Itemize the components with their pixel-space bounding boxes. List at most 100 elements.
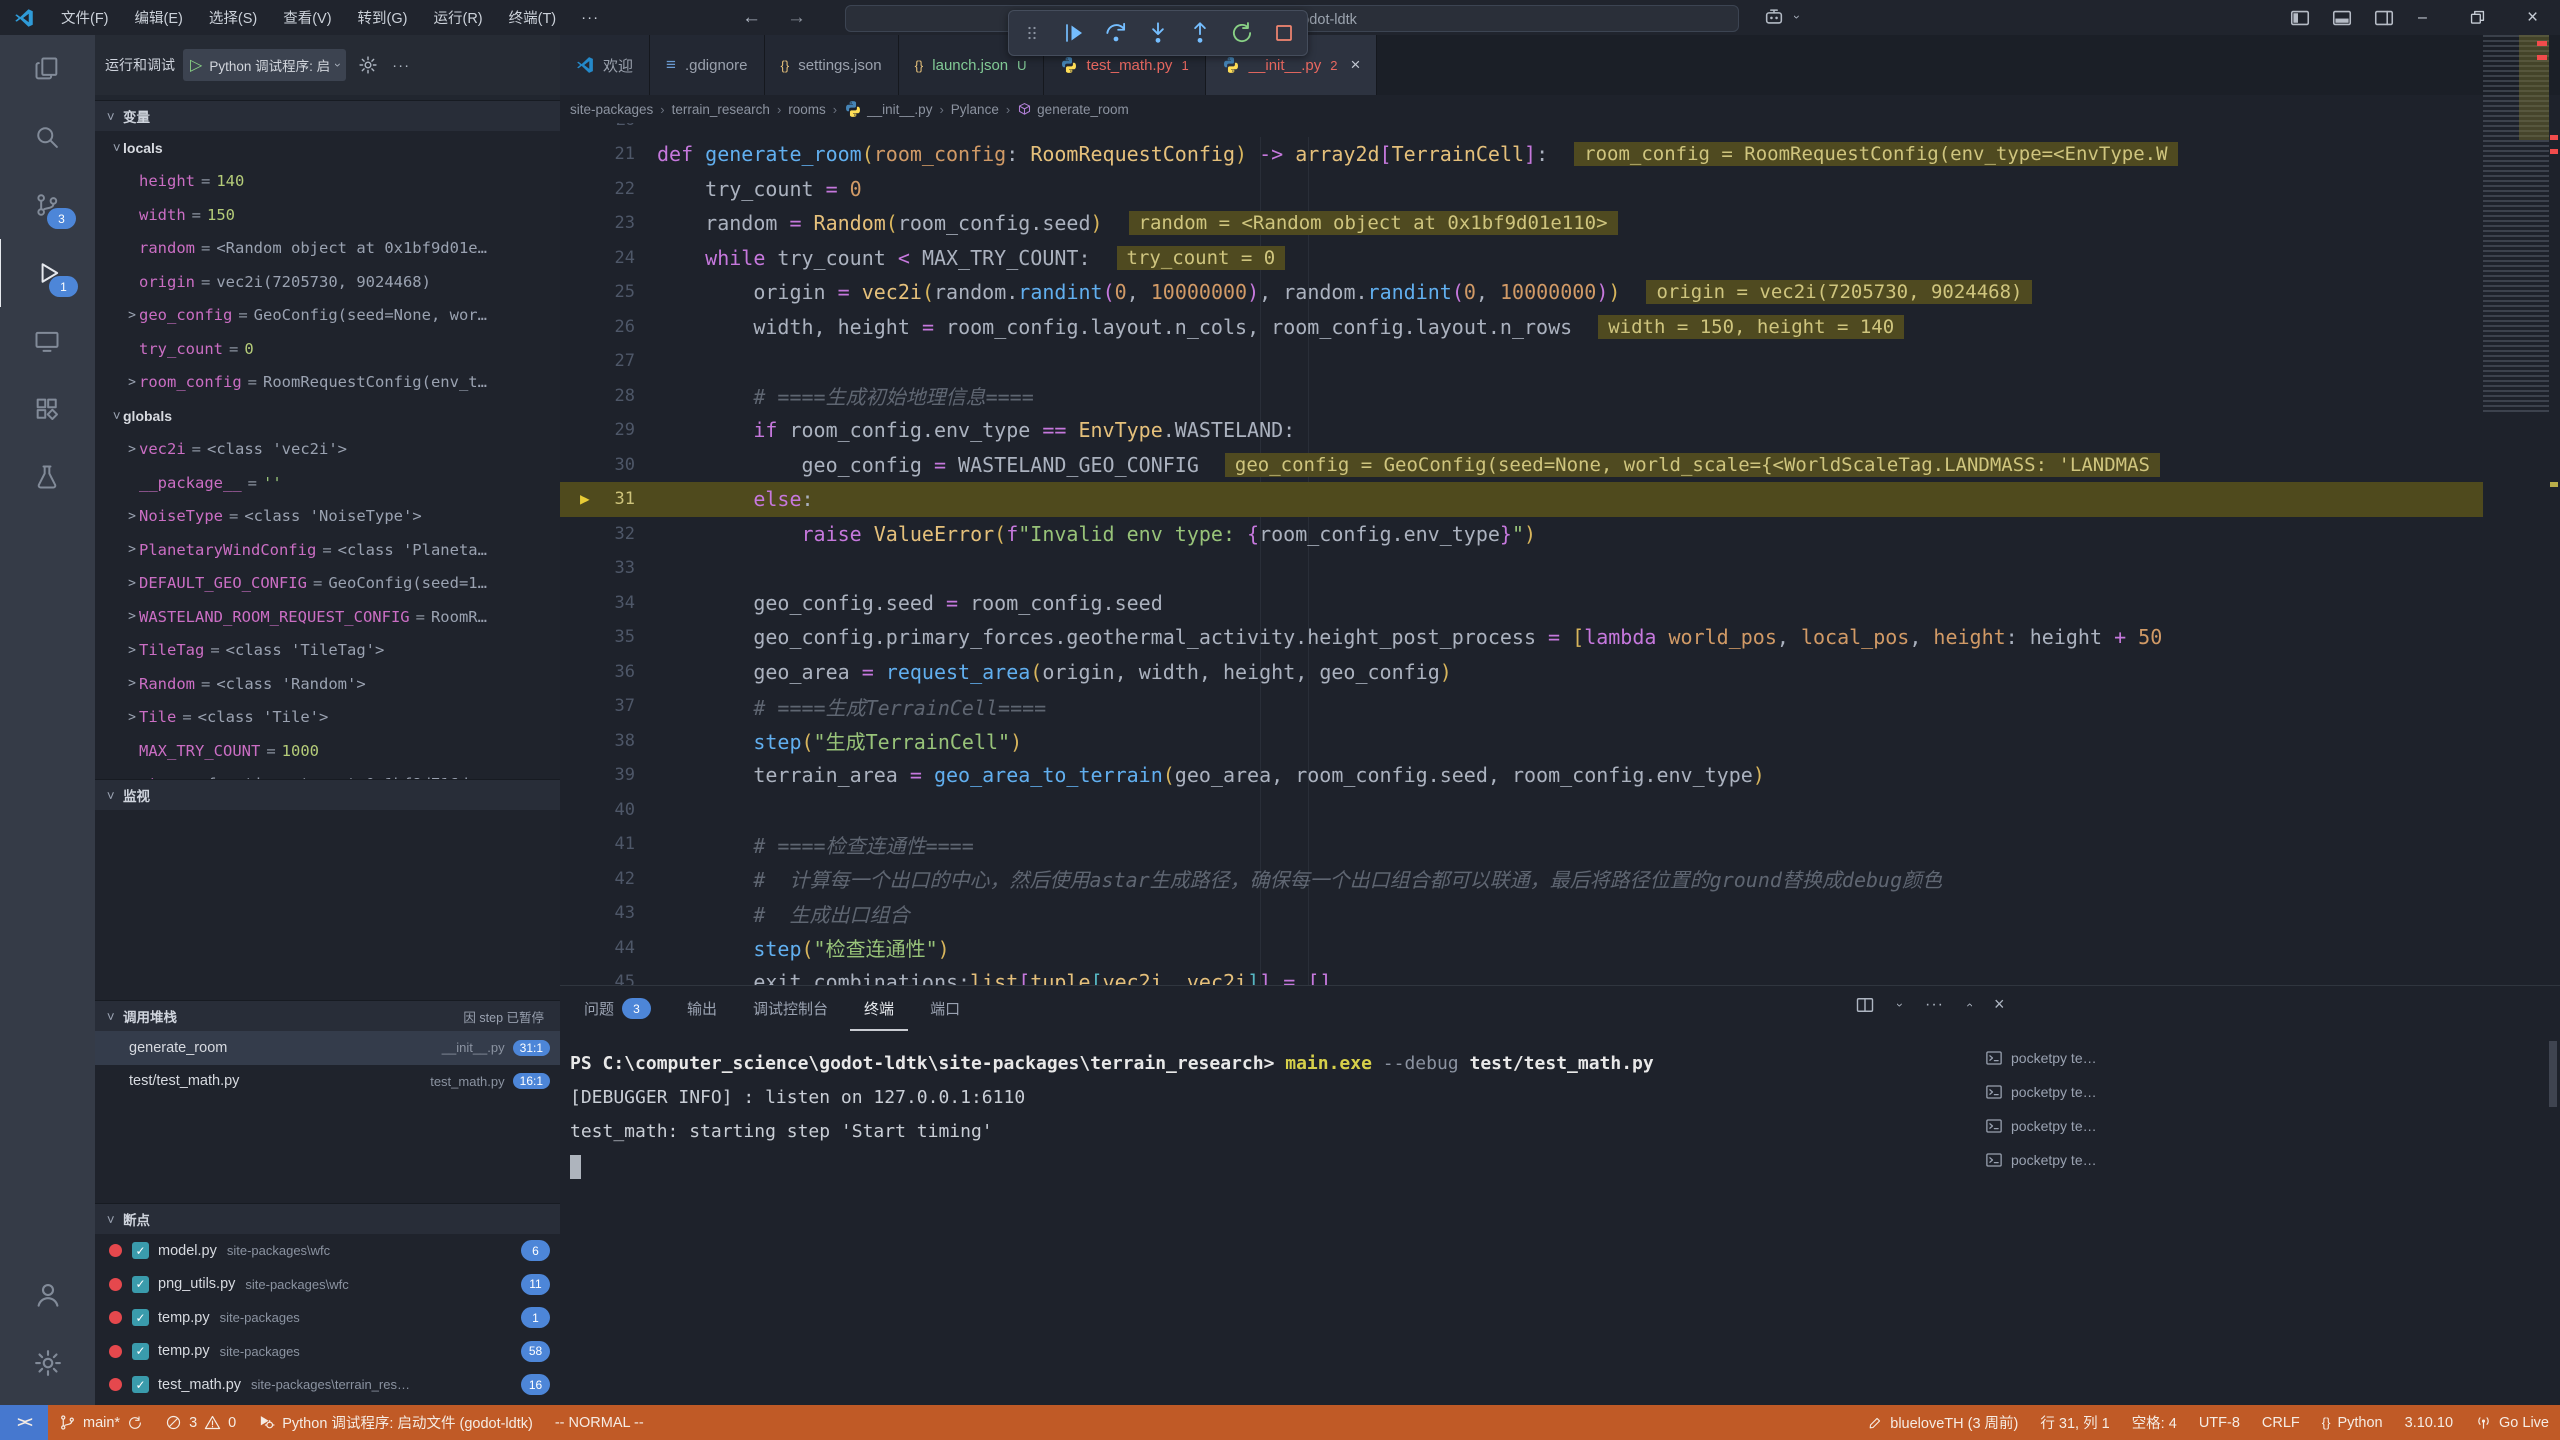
- breadcrumb-item[interactable]: __init__.py: [844, 100, 932, 118]
- section-header-variables[interactable]: > 变量: [95, 100, 560, 131]
- breakpoint-checkbox[interactable]: ✓: [132, 1376, 149, 1393]
- statusbar-language-mode[interactable]: {}Python: [2311, 1405, 2394, 1440]
- continue-button[interactable]: [1061, 18, 1087, 48]
- breakpoint-row[interactable]: ✓temp.pysite-packages1: [95, 1301, 560, 1335]
- statusbar-encoding[interactable]: UTF-8: [2188, 1405, 2251, 1440]
- breakpoint-row[interactable]: ✓temp.pysite-packages58: [95, 1335, 560, 1369]
- restore-button[interactable]: [2450, 0, 2505, 35]
- terminal-list-item[interactable]: pocketpy te…: [1985, 1143, 2546, 1177]
- breakpoint-checkbox[interactable]: ✓: [132, 1276, 149, 1293]
- breakpoint-checkbox[interactable]: ✓: [132, 1242, 149, 1259]
- toggle-secondary-sidebar-button[interactable]: [2373, 7, 2395, 29]
- variable-row[interactable]: >locals: [95, 131, 560, 165]
- activitybar-remote-explorer[interactable]: [0, 307, 94, 375]
- restart-button[interactable]: [1229, 18, 1255, 48]
- variable-row[interactable]: >Tile=<class 'Tile'>: [95, 701, 560, 735]
- code-line-22[interactable]: 22 try_count = 0: [560, 172, 2483, 207]
- callstack-frame[interactable]: test/test_math.pytest_math.py16:1: [95, 1065, 560, 1099]
- panel-tab-终端[interactable]: 终端: [850, 986, 908, 1031]
- variable-row[interactable]: height=140: [95, 165, 560, 199]
- variable-row[interactable]: width=150: [95, 198, 560, 232]
- panel-tab-端口[interactable]: 端口: [916, 986, 974, 1031]
- statusbar-debug-session[interactable]: Python 调试程序: 启动文件 (godot-ldtk): [247, 1405, 544, 1440]
- menu-item-终端[interactable]: 终端(T): [496, 0, 570, 35]
- code-line-21[interactable]: 21def generate_room(room_config: RoomReq…: [560, 137, 2483, 172]
- variable-row[interactable]: >WASTELAND_ROOM_REQUEST_CONFIG=RoomR…: [95, 600, 560, 634]
- toggle-primary-sidebar-button[interactable]: [2289, 7, 2311, 29]
- code-line-36[interactable]: 36 geo_area = request_area(origin, width…: [560, 655, 2483, 690]
- gear-icon[interactable]: [358, 55, 378, 75]
- statusbar-python-version[interactable]: 3.10.10: [2394, 1405, 2464, 1440]
- debug-config-dropdown[interactable]: Python 调试程序: 启: [209, 55, 330, 75]
- panel-tab-调试控制台[interactable]: 调试控制台: [739, 986, 842, 1031]
- statusbar-eol[interactable]: CRLF: [2251, 1405, 2311, 1440]
- activitybar-extensions[interactable]: [0, 375, 94, 443]
- breakpoint-row[interactable]: ✓model.pysite-packages\wfc6: [95, 1234, 560, 1268]
- tab-欢迎[interactable]: 欢迎: [560, 35, 650, 95]
- forward-icon[interactable]: →: [787, 7, 806, 29]
- minimap[interactable]: [2483, 35, 2549, 415]
- code-line-39[interactable]: 39 terrain_area = geo_area_to_terrain(ge…: [560, 758, 2483, 793]
- terminal-output[interactable]: PS C:\computer_science\godot-ldtk\site-p…: [570, 1046, 1970, 1182]
- copilot-button[interactable]: ›: [1763, 6, 1805, 28]
- step-out-button[interactable]: [1187, 18, 1213, 48]
- statusbar-vim-mode[interactable]: -- NORMAL --: [544, 1405, 655, 1440]
- statusbar-git-branch[interactable]: main*: [48, 1405, 154, 1440]
- activitybar-search[interactable]: [0, 103, 94, 171]
- code-line-43[interactable]: 43 # 生成出口组合: [560, 896, 2483, 931]
- tab-settings.json[interactable]: {}settings.json: [765, 35, 899, 95]
- panel-tab-输出[interactable]: 输出: [673, 986, 731, 1031]
- code-line-37[interactable]: 37 # ====生成TerrainCell====: [560, 689, 2483, 724]
- variable-row[interactable]: >Random=<class 'Random'>: [95, 667, 560, 701]
- statusbar-problems[interactable]: 30: [154, 1405, 247, 1440]
- panel-scrollbar[interactable]: [2549, 1041, 2557, 1107]
- variable-row[interactable]: random=<Random object at 0x1bf9d01e…: [95, 232, 560, 266]
- code-line-41[interactable]: 41 # ====检查连通性====: [560, 827, 2483, 862]
- section-header-breakpoints[interactable]: > 断点: [95, 1203, 560, 1234]
- back-icon[interactable]: ←: [742, 7, 761, 29]
- breadcrumb[interactable]: site-packages›terrain_research›rooms›__i…: [560, 95, 2560, 123]
- menu-item-转到[interactable]: 转到(G): [345, 0, 421, 35]
- variable-row[interactable]: step=<function step at 0x1bf8d716d…: [95, 768, 560, 780]
- menu-item-选择[interactable]: 选择(S): [196, 0, 270, 35]
- variable-row[interactable]: >geo_config=GeoConfig(seed=None, wor…: [95, 299, 560, 333]
- activitybar-run-and-debug[interactable]: 1: [0, 239, 96, 307]
- breadcrumb-item[interactable]: site-packages: [570, 102, 653, 117]
- start-debug-icon[interactable]: ▷: [183, 55, 209, 75]
- variable-row[interactable]: >vec2i=<class 'vec2i'>: [95, 433, 560, 467]
- statusbar-go-live[interactable]: Go Live: [2464, 1405, 2560, 1440]
- menu-item-编辑[interactable]: 编辑(E): [122, 0, 196, 35]
- section-header-callstack[interactable]: > 调用堆栈 因 step 已暂停: [95, 1000, 560, 1031]
- variable-row[interactable]: >PlanetaryWindConfig=<class 'Planeta…: [95, 533, 560, 567]
- variable-row[interactable]: >globals: [95, 399, 560, 433]
- breakpoint-checkbox[interactable]: ✓: [132, 1309, 149, 1326]
- code-line-33[interactable]: 33: [560, 551, 2483, 586]
- statusbar-indentation[interactable]: 空格: 4: [2121, 1405, 2188, 1440]
- debug-config-control[interactable]: ▷ Python 调试程序: 启 ›: [183, 49, 346, 81]
- variable-row[interactable]: >TileTag=<class 'TileTag'>: [95, 634, 560, 668]
- breakpoint-row[interactable]: ✓test_math.pysite-packages\terrain_res…1…: [95, 1368, 560, 1402]
- close-icon[interactable]: ×: [1350, 55, 1360, 75]
- code-line-32[interactable]: 32 raise ValueError(f"Invalid env type: …: [560, 517, 2483, 552]
- variable-row[interactable]: >NoiseType=<class 'NoiseType'>: [95, 500, 560, 534]
- code-line-44[interactable]: 44 step("检查连通性"): [560, 931, 2483, 966]
- split-terminal-button[interactable]: [1855, 995, 1875, 1015]
- code-line-45[interactable]: 45 exit_combinations:list[tuple[vec2i, v…: [560, 965, 2483, 985]
- step-into-button[interactable]: [1145, 18, 1171, 48]
- breadcrumb-item[interactable]: rooms: [788, 102, 826, 117]
- variable-row[interactable]: try_count=0: [95, 332, 560, 366]
- menu-more-button[interactable]: ···: [569, 0, 611, 35]
- code-line-28[interactable]: 28 # ====生成初始地理信息====: [560, 379, 2483, 414]
- statusbar-gitlens-blame[interactable]: blueloveTH (3 周前): [1857, 1405, 2029, 1440]
- activitybar-source-control[interactable]: 3: [0, 171, 94, 239]
- callstack-frame[interactable]: generate_room__init__.py31:1: [95, 1031, 560, 1065]
- breakpoint-checkbox[interactable]: ✓: [132, 1343, 149, 1360]
- step-over-button[interactable]: [1103, 18, 1129, 48]
- minimize-button[interactable]: –: [2395, 0, 2450, 35]
- variable-row[interactable]: origin=vec2i(7205730, 9024468): [95, 265, 560, 299]
- menu-item-查看[interactable]: 查看(V): [270, 0, 344, 35]
- terminal-list-item[interactable]: pocketpy te…: [1985, 1041, 2546, 1075]
- toggle-panel-button[interactable]: [2331, 7, 2353, 29]
- code-line-26[interactable]: 26 width, height = room_config.layout.n_…: [560, 310, 2483, 345]
- panel-more-button[interactable]: ···: [1925, 996, 1944, 1014]
